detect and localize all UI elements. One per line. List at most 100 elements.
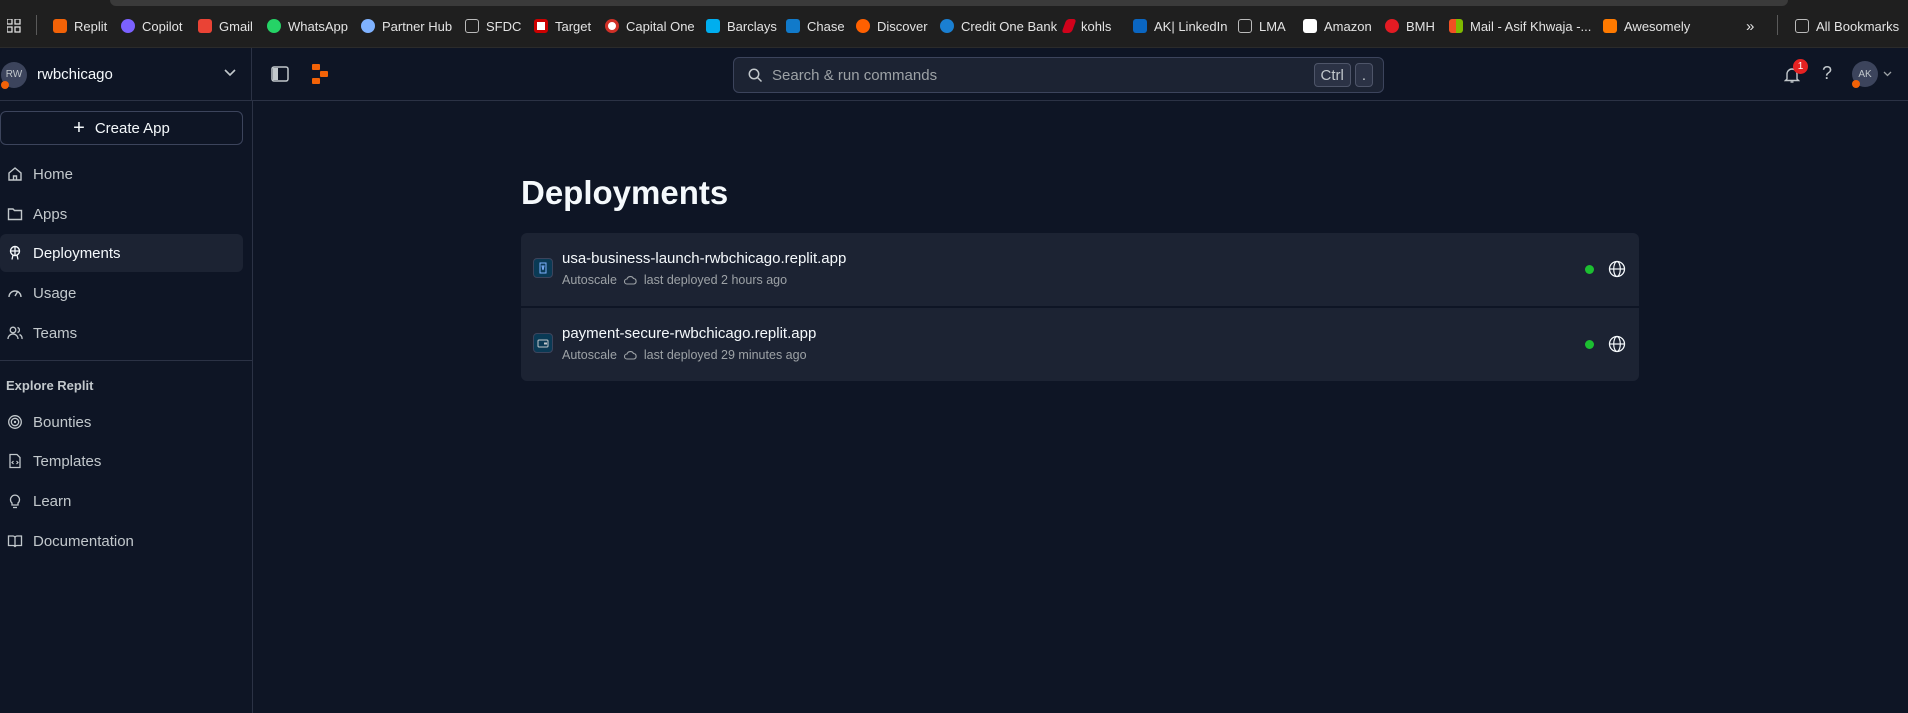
templates-icon bbox=[9, 453, 21, 469]
discover-icon bbox=[856, 19, 870, 33]
shortcut-key-ctrl: Ctrl bbox=[1313, 63, 1351, 87]
team-switcher[interactable]: RW rwbchicago bbox=[0, 48, 252, 101]
last-deployed: last deployed 2 hours ago bbox=[643, 273, 788, 287]
bookmark-separator bbox=[36, 15, 37, 35]
explore-heading: Explore Replit bbox=[6, 378, 94, 393]
bookmark-kohls[interactable]: kohls bbox=[1061, 17, 1112, 35]
last-deployed: last deployed 29 minutes ago bbox=[643, 348, 807, 362]
barclays-icon bbox=[706, 19, 720, 33]
bookmark-partner-hub[interactable]: Partner Hub bbox=[361, 17, 452, 35]
avatar-badge-dot bbox=[1, 80, 9, 89]
bookmark-credit-one-bank[interactable]: Credit One Bank bbox=[940, 17, 1057, 35]
awesomely-icon bbox=[1603, 19, 1617, 33]
bookmark-target[interactable]: Target bbox=[534, 17, 591, 35]
replit-logo-icon[interactable] bbox=[311, 63, 329, 85]
bookmark-linkedin[interactable]: AK| LinkedIn bbox=[1133, 17, 1227, 35]
bookmark-label: AK| LinkedIn bbox=[1154, 18, 1228, 34]
more-bookmarks-icon[interactable]: » bbox=[1746, 17, 1754, 35]
search-placeholder: Search & run commands bbox=[772, 66, 938, 84]
deployment-row[interactable]: payment-secure-rwbchicago.replit.app Aut… bbox=[521, 308, 1639, 381]
bookmark-mail[interactable]: Mail - Asif Khwaja -... bbox=[1449, 17, 1591, 35]
bookmark-label: Mail - Asif Khwaja -... bbox=[1470, 18, 1592, 34]
create-app-button[interactable]: + Create App bbox=[0, 111, 243, 145]
kohls-icon bbox=[1061, 19, 1077, 33]
notifications-button[interactable]: 1 bbox=[1784, 59, 1808, 86]
credit-one-icon bbox=[940, 19, 954, 33]
deployment-type: Autoscale bbox=[562, 348, 617, 362]
sidebar: + Create App Home Apps Deployments Usage… bbox=[0, 101, 253, 713]
globe-icon[interactable] bbox=[1608, 260, 1626, 278]
bookmark-label: kohls bbox=[1081, 18, 1112, 34]
sidebar-item-learn[interactable]: Learn bbox=[0, 482, 243, 520]
gauge-icon bbox=[8, 290, 22, 298]
search-bar[interactable]: Search & run commands Ctrl . bbox=[733, 57, 1384, 93]
sidebar-divider bbox=[0, 360, 252, 361]
sidebar-item-teams[interactable]: Teams bbox=[0, 314, 243, 352]
bookmark-chase[interactable]: Chase bbox=[786, 17, 845, 35]
chevron-down-icon bbox=[1883, 71, 1892, 77]
bookmark-label: Gmail bbox=[219, 18, 253, 34]
bookmark-awesomely[interactable]: Awesomely bbox=[1603, 17, 1690, 35]
microsoft-icon bbox=[1449, 19, 1463, 33]
bookmark-sfdc[interactable]: SFDC bbox=[465, 17, 521, 35]
notification-count-badge: 1 bbox=[1793, 59, 1808, 74]
bookmark-label: Replit bbox=[74, 18, 108, 34]
all-bookmarks[interactable]: All Bookmarks bbox=[1795, 17, 1899, 35]
deployment-row[interactable]: usa-business-launch-rwbchicago.replit.ap… bbox=[521, 233, 1639, 306]
bookmark-label: Capital One bbox=[626, 18, 695, 34]
folder-icon bbox=[1795, 19, 1809, 33]
sidebar-item-templates[interactable]: Templates bbox=[0, 442, 243, 480]
user-avatar: AK bbox=[1852, 61, 1878, 88]
sidebar-item-label: Bounties bbox=[33, 413, 92, 431]
sidebar-item-usage[interactable]: Usage bbox=[0, 274, 243, 312]
globe-icon[interactable] bbox=[1608, 335, 1626, 353]
bookmark-capital-one[interactable]: Capital One bbox=[605, 17, 695, 35]
sidebar-toggle-icon[interactable] bbox=[271, 65, 289, 83]
bookmark-whatsapp[interactable]: WhatsApp bbox=[267, 17, 348, 35]
avatar-badge-dot bbox=[1852, 80, 1860, 88]
bookmark-label: SFDC bbox=[486, 18, 522, 34]
status-live-dot bbox=[1585, 340, 1594, 349]
teams-icon bbox=[7, 326, 23, 340]
apps-grid-icon[interactable] bbox=[7, 19, 21, 33]
sidebar-item-deployments[interactable]: Deployments bbox=[0, 234, 243, 272]
bookmark-copilot[interactable]: Copilot bbox=[121, 17, 182, 35]
sidebar-item-bounties[interactable]: Bounties bbox=[0, 403, 243, 441]
bookmark-discover[interactable]: Discover bbox=[856, 17, 928, 35]
sidebar-item-documentation[interactable]: Documentation bbox=[0, 522, 243, 560]
bookmark-lma[interactable]: LMA bbox=[1238, 17, 1286, 35]
sidebar-item-apps[interactable]: Apps bbox=[0, 195, 243, 233]
team-avatar-initials: RW bbox=[5, 69, 23, 80]
deployment-type: Autoscale bbox=[562, 273, 617, 287]
team-name: rwbchicago bbox=[37, 66, 113, 83]
chase-icon bbox=[786, 19, 800, 33]
whatsapp-icon bbox=[267, 19, 281, 33]
bookmark-gmail[interactable]: Gmail bbox=[198, 17, 253, 35]
app-icon bbox=[533, 333, 553, 353]
bmh-icon bbox=[1385, 19, 1399, 33]
cloud-icon bbox=[623, 350, 637, 360]
bookmark-separator bbox=[1777, 15, 1778, 35]
bookmark-label: Chase bbox=[807, 18, 845, 34]
sidebar-item-label: Usage bbox=[33, 284, 77, 302]
sidebar-item-home[interactable]: Home bbox=[0, 155, 243, 193]
home-icon bbox=[8, 167, 22, 181]
bookmark-barclays[interactable]: Barclays bbox=[706, 17, 777, 35]
bookmark-bmh[interactable]: BMH bbox=[1385, 17, 1435, 35]
deployment-name: payment-secure-rwbchicago.replit.app bbox=[562, 325, 817, 342]
sidebar-item-label: Templates bbox=[33, 452, 102, 470]
help-button[interactable]: ? bbox=[1822, 63, 1832, 84]
user-menu[interactable]: AK bbox=[1852, 61, 1892, 88]
create-app-label: Create App bbox=[94, 119, 170, 137]
team-avatar: RW bbox=[1, 61, 27, 89]
lightbulb-icon bbox=[9, 494, 21, 509]
amazon-icon bbox=[1303, 19, 1317, 33]
bookmark-replit[interactable]: Replit bbox=[53, 17, 107, 35]
page-title: Deployments bbox=[521, 174, 729, 211]
linkedin-icon bbox=[1133, 19, 1147, 33]
target-icon bbox=[534, 19, 548, 33]
sidebar-item-label: Home bbox=[33, 165, 74, 183]
bookmark-amazon[interactable]: Amazon bbox=[1303, 17, 1372, 35]
sidebar-item-label: Documentation bbox=[33, 532, 134, 550]
bookmarks-bar: Replit Copilot Gmail WhatsApp Partner Hu… bbox=[0, 0, 1908, 48]
